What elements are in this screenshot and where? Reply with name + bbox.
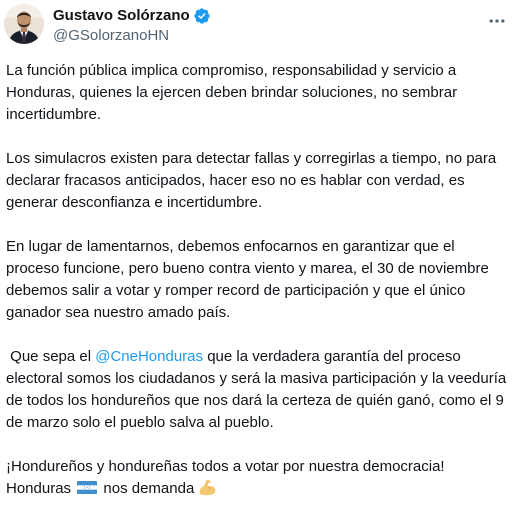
author-handle[interactable]: @GSolorzanoHN <box>53 26 211 46</box>
author-display-name[interactable]: Gustavo Solórzano <box>53 6 190 26</box>
honduras-flag-icon <box>77 481 98 494</box>
post-text-segment: Honduras <box>6 480 76 497</box>
more-options-button[interactable] <box>480 4 514 38</box>
post-text-segment: nos demanda <box>99 480 195 497</box>
verified-badge-icon <box>193 7 211 25</box>
profile-photo <box>4 4 44 44</box>
post: Gustavo Solórzano @GSolorzanoHN La funci… <box>0 0 521 497</box>
name-row: Gustavo Solórzano <box>53 6 211 26</box>
flexed-biceps-icon <box>198 478 217 496</box>
post-text-segment: ¡Hondureños y hondureñas todos a votar p… <box>6 458 445 475</box>
post-paragraph: En lugar de lamentarnos, debemos enfocar… <box>6 238 493 321</box>
post-text: La función pública implica compromiso, r… <box>6 60 511 522</box>
post-paragraph: ¡Hondureños y hondureñas todos a votar p… <box>6 456 511 500</box>
post-text-segment: Que sepa el <box>6 348 96 365</box>
mention-link[interactable]: @CneHonduras <box>95 348 203 365</box>
post-header: Gustavo Solórzano @GSolorzanoHN <box>53 6 211 46</box>
post-paragraph: Los simulacros existen para detectar fal… <box>6 150 501 211</box>
post-paragraph: La función pública implica compromiso, r… <box>6 62 462 123</box>
more-horizontal-icon <box>489 19 505 23</box>
avatar[interactable] <box>4 4 44 44</box>
post-paragraph: Que sepa el @CneHonduras que la verdader… <box>6 346 511 434</box>
